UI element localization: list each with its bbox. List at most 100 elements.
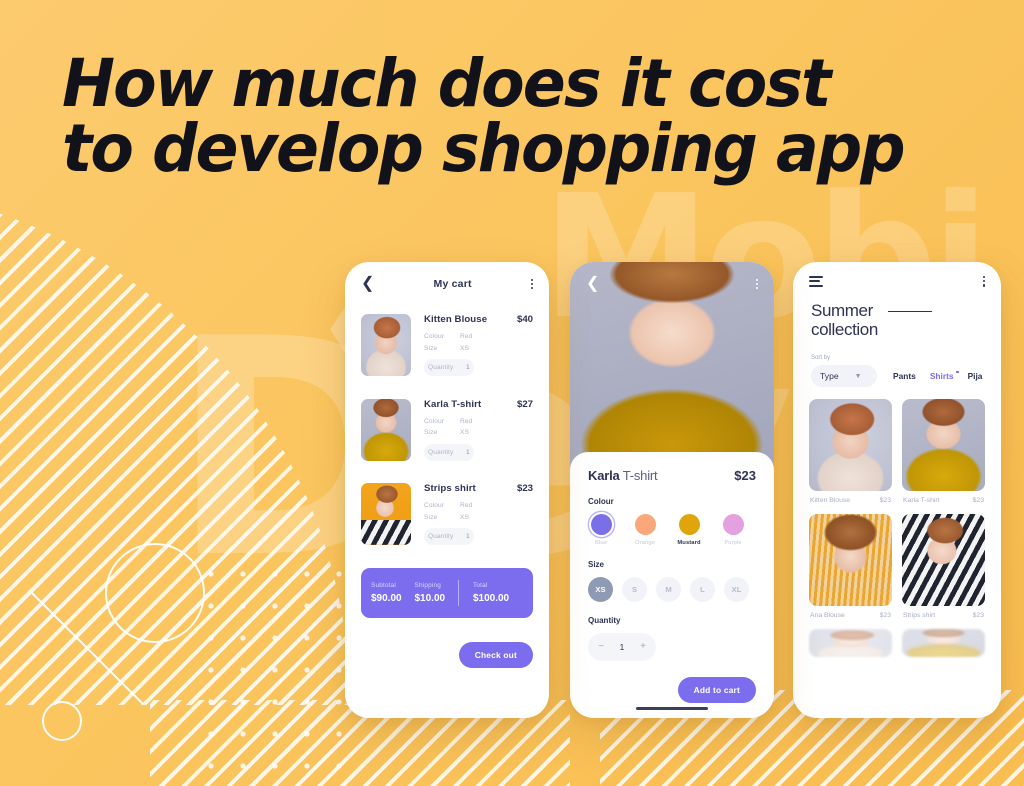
- spec-value-size: XS: [460, 344, 469, 352]
- order-totals-panel: Subtotal $90.00 Shipping $10.00 Total $1…: [361, 567, 533, 618]
- size-option-xl[interactable]: XL: [724, 577, 749, 602]
- spec-value-size: XS: [460, 513, 469, 521]
- subtotal-value: $90.00: [371, 592, 402, 604]
- circle-outline-large: [105, 543, 205, 643]
- kebab-menu-icon[interactable]: [755, 278, 758, 290]
- spec-label-size: Size: [424, 429, 438, 436]
- list-item-partial[interactable]: [809, 629, 892, 658]
- collection-title: Summer collection: [811, 301, 878, 340]
- colour-swatch-blue[interactable]: Blue: [588, 514, 614, 546]
- checkout-row: Check out: [345, 618, 549, 668]
- product-name: Karla T-shirt: [424, 398, 482, 410]
- spec-label-size: Size: [424, 344, 438, 352]
- quantity-increment-button[interactable]: +: [634, 638, 652, 656]
- list-item[interactable]: Karla T-shirt $23: [902, 399, 985, 504]
- size-option-xs[interactable]: XS: [588, 577, 613, 602]
- back-button[interactable]: ❮: [361, 276, 374, 292]
- hamburger-menu-icon[interactable]: [809, 276, 823, 287]
- product-name: Strips shirt: [903, 612, 936, 620]
- product-name: Kitten Blouse: [424, 314, 488, 325]
- size-section-label: Size: [588, 560, 605, 569]
- shipping-value: $10.00: [414, 592, 446, 604]
- list-item[interactable]: Karla T-shirt $27 Colour Red Size XS Quant…: [361, 398, 533, 466]
- product-thumbnail: [361, 314, 411, 376]
- product-specs: Colour Red Size XS Quantity 1: [424, 502, 533, 550]
- spec-label-colour: Colour: [424, 502, 445, 509]
- size-option-l[interactable]: L: [690, 577, 715, 602]
- phone-mockup-collection: Summer collection Sort by Type ▼ Pants S…: [793, 262, 1001, 718]
- total-label: Total: [472, 581, 488, 589]
- list-item[interactable]: Kitten Blouse $40 Colour Red Size XS Quant…: [361, 314, 533, 381]
- quantity-decrement-button[interactable]: −: [592, 638, 610, 656]
- product-name: Strips shirt: [424, 483, 476, 494]
- product-photo: [809, 399, 892, 492]
- quantity-section-label: Quantity: [588, 616, 621, 625]
- spec-label-colour: Colour: [424, 417, 445, 425]
- kebab-menu-icon[interactable]: [982, 276, 985, 287]
- product-photo: [809, 629, 892, 658]
- spec-value-colour: Red: [460, 333, 473, 340]
- product-price: $23: [879, 612, 891, 620]
- list-item[interactable]: Kitten Blouse $23: [809, 399, 892, 504]
- quantity-stepper[interactable]: − 1 +: [588, 633, 656, 661]
- list-item[interactable]: Strips shirt $23: [902, 514, 985, 619]
- product-price: $23: [516, 483, 533, 494]
- product-topbar: ❮: [570, 262, 774, 298]
- sort-select-value: Type: [820, 371, 839, 382]
- list-item[interactable]: Strips shirt $23 Colour Red Size XS Quanti…: [361, 483, 533, 550]
- tab-shirts[interactable]: Shirts: [930, 371, 959, 381]
- product-price: $40: [516, 314, 533, 325]
- product-name: Karla T-shirt: [903, 497, 940, 505]
- colour-swatch-group: Blue Orange Mustard Purple: [588, 514, 756, 546]
- spec-value-colour: Red: [460, 502, 473, 509]
- colour-label: Orange: [635, 540, 655, 546]
- kebab-menu-icon[interactable]: [530, 278, 533, 290]
- spec-label-quantity: Quantity: [428, 448, 454, 456]
- product-price: $27: [516, 398, 533, 410]
- product-hero-image: ❮: [570, 262, 774, 470]
- shipping-label: Shipping: [414, 581, 441, 589]
- product-header: Karla T-shirt $23: [588, 468, 756, 483]
- tab-pants[interactable]: Pants: [893, 371, 916, 381]
- product-detail-sheet: Karla T-shirt $23 Colour Blue Orange Mus…: [570, 452, 774, 718]
- colour-dot: [678, 514, 700, 535]
- colour-swatch-mustard[interactable]: Mustard: [676, 514, 702, 546]
- product-name: Karla T-shirt: [588, 468, 658, 483]
- colour-swatch-orange[interactable]: Orange: [632, 514, 658, 546]
- spec-label-quantity: Quantity: [428, 364, 454, 371]
- colour-section-label: Colour: [588, 497, 614, 506]
- sort-by-group: Sort by Type ▼: [811, 355, 877, 388]
- size-option-m[interactable]: M: [656, 577, 681, 602]
- sort-select[interactable]: Type ▼: [811, 365, 877, 388]
- colour-dot: [634, 514, 656, 535]
- list-item[interactable]: Ana Blouse $23: [809, 514, 892, 619]
- colour-dot: [590, 514, 612, 535]
- circle-outline-small: [42, 701, 82, 741]
- total-value: $100.00: [472, 592, 510, 604]
- product-photo: [902, 399, 985, 492]
- quantity-value: 1: [619, 642, 625, 652]
- phone-mockup-cart: ❮ My cart Kitten Blouse $40 Colour Red Si…: [345, 262, 549, 718]
- spec-value-colour: Red: [460, 417, 473, 425]
- subtotal-cell: Subtotal $90.00: [371, 582, 414, 604]
- size-option-s[interactable]: S: [622, 577, 647, 602]
- collection-title-line2: collection: [811, 319, 878, 339]
- shipping-cell: Shipping $10.00: [414, 582, 457, 604]
- tab-pijamas[interactable]: Pijam: [968, 371, 983, 381]
- page-title: How much does it cost to develop shoppin…: [62, 51, 964, 182]
- product-price: $23: [972, 612, 984, 620]
- cart-title: My cart: [433, 278, 472, 290]
- spec-value-quantity: 1: [466, 448, 470, 456]
- product-price: $23: [879, 497, 891, 505]
- home-indicator: [636, 706, 708, 710]
- colour-swatch-purple[interactable]: Purple: [720, 514, 746, 546]
- add-to-cart-row: Add to cart: [588, 677, 756, 703]
- collection-title-line1: Summer: [811, 300, 873, 320]
- colour-label: Blue: [594, 540, 607, 546]
- checkout-button[interactable]: Check out: [458, 641, 533, 668]
- add-to-cart-button[interactable]: Add to cart: [677, 677, 756, 703]
- list-item-partial[interactable]: [902, 629, 985, 658]
- spec-value-quantity: 1: [466, 364, 470, 371]
- product-grid: Kitten Blouse $23 Karla T-shirt $23 Ana …: [793, 387, 1001, 658]
- back-button[interactable]: ❮: [586, 276, 599, 292]
